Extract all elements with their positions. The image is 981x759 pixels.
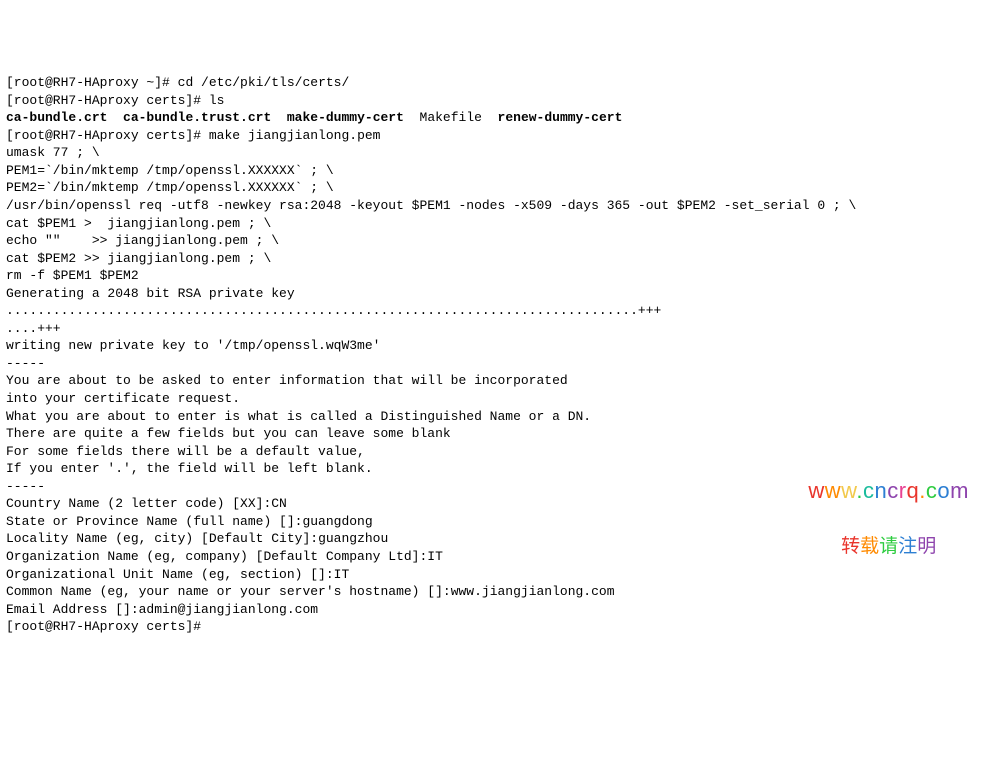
user-input: IT — [427, 549, 443, 564]
shell-prompt: [root@RH7-HAproxy certs]# — [6, 93, 209, 108]
command-text: make jiangjianlong.pem — [209, 128, 381, 143]
prompt-question: Organization Name (eg, company) [Default… — [6, 549, 427, 564]
command-text: cd /etc/pki/tls/certs/ — [178, 75, 350, 90]
user-input: guangdong — [302, 514, 372, 529]
output-line: PEM1=`/bin/mktemp /tmp/openssl.XXXXXX` ;… — [6, 162, 975, 180]
output-line: /usr/bin/openssl req -utf8 -newkey rsa:2… — [6, 197, 975, 215]
file-entry: ca-bundle.crt — [6, 110, 107, 125]
prompt-question: Country Name (2 letter code) [XX]: — [6, 496, 271, 511]
output-line: rm -f $PEM1 $PEM2 — [6, 267, 975, 285]
output-line: For some fields there will be a default … — [6, 443, 975, 461]
user-input: admin@jiangjianlong.com — [139, 602, 318, 617]
output-line: ----- — [6, 478, 975, 496]
user-input: IT — [334, 567, 350, 582]
user-input: guangzhou — [318, 531, 388, 546]
output-line: Generating a 2048 bit RSA private key — [6, 285, 975, 303]
shell-prompt: [root@RH7-HAproxy certs]# — [6, 619, 201, 634]
shell-prompt: [root@RH7-HAproxy ~]# — [6, 75, 178, 90]
output-line: There are quite a few fields but you can… — [6, 425, 975, 443]
command-text: ls — [209, 93, 225, 108]
output-line: If you enter '.', the field will be left… — [6, 460, 975, 478]
prompt-question: Organizational Unit Name (eg, section) [… — [6, 567, 334, 582]
output-line: umask 77 ; \ — [6, 144, 975, 162]
output-line: cat $PEM2 >> jiangjianlong.pem ; \ — [6, 250, 975, 268]
prompt-question: Locality Name (eg, city) [Default City]: — [6, 531, 318, 546]
shell-prompt: [root@RH7-HAproxy certs]# — [6, 128, 209, 143]
user-input: www.jiangjianlong.com — [451, 584, 615, 599]
output-line: writing new private key to '/tmp/openssl… — [6, 337, 975, 355]
file-entry: ca-bundle.trust.crt — [123, 110, 271, 125]
file-entry: Makefile — [420, 110, 482, 125]
file-entry: renew-dummy-cert — [498, 110, 623, 125]
prompt-question: Email Address []: — [6, 602, 139, 617]
output-line: PEM2=`/bin/mktemp /tmp/openssl.XXXXXX` ;… — [6, 179, 975, 197]
output-line: cat $PEM1 > jiangjianlong.pem ; \ — [6, 215, 975, 233]
output-line: ....+++ — [6, 320, 975, 338]
output-line: ........................................… — [6, 302, 975, 320]
output-line: echo "" >> jiangjianlong.pem ; \ — [6, 232, 975, 250]
terminal-output: [root@RH7-HAproxy ~]# cd /etc/pki/tls/ce… — [6, 74, 975, 636]
prompt-question: Common Name (eg, your name or your serve… — [6, 584, 451, 599]
user-input: CN — [271, 496, 287, 511]
prompt-question: State or Province Name (full name) []: — [6, 514, 302, 529]
output-line: You are about to be asked to enter infor… — [6, 372, 975, 390]
output-line: into your certificate request. — [6, 390, 975, 408]
output-line: ----- — [6, 355, 975, 373]
file-entry: make-dummy-cert — [287, 110, 404, 125]
output-line: What you are about to enter is what is c… — [6, 408, 975, 426]
